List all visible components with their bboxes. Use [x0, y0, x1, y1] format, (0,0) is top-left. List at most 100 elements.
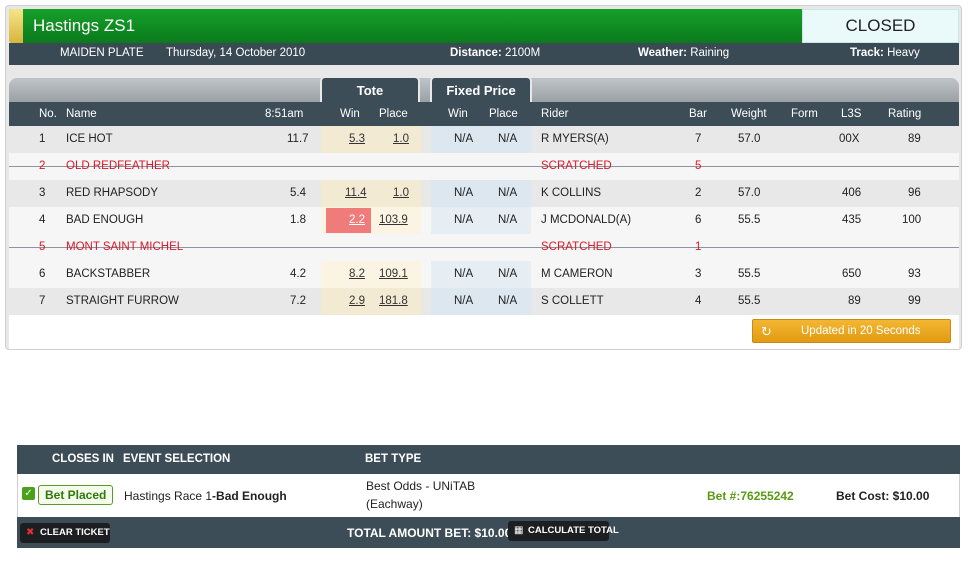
runner-l3s: 650	[842, 268, 862, 280]
col-form: Form	[791, 108, 818, 120]
col-tote-win: Win	[340, 108, 360, 120]
calculate-total-button[interactable]: ▦ CALCULATE TOTAL	[508, 521, 619, 541]
col-name: Name	[66, 108, 97, 120]
runner-no: 5	[39, 241, 46, 253]
runner-name: ICE HOT	[66, 133, 113, 145]
bet-slip-footer: ✖ CLEAR TICKET TOTAL AMOUNT BET: $10.00 …	[17, 517, 960, 548]
fp-place: N/A	[498, 268, 518, 280]
tab-fixed-price[interactable]: Fixed Price	[430, 76, 532, 104]
col-rider: Rider	[541, 108, 569, 120]
fp-win: N/A	[454, 214, 474, 226]
runner-bar: 5	[695, 160, 702, 172]
runner-name: MONT SAINT MICHEL	[66, 241, 184, 253]
tab-tote[interactable]: Tote	[320, 76, 420, 104]
distance-label: Distance:	[450, 47, 502, 59]
col-l3s: L3S	[841, 108, 862, 120]
runner-rating: 89	[908, 133, 921, 145]
runner-l3s: 00X	[839, 133, 860, 145]
runner-bar: 2	[695, 187, 702, 199]
runner-odds: 4.2	[290, 268, 306, 280]
weather-value: Raining	[690, 47, 730, 59]
tote-win-link[interactable]: 2.9	[349, 295, 365, 307]
scratched-label: SCRATCHED	[541, 160, 612, 172]
race-card-panel: Hastings ZS1 CLOSED MAIDEN PLATE Thursda…	[5, 5, 962, 350]
runner-no: 7	[39, 295, 46, 307]
distance-value: 2100M	[504, 47, 541, 59]
bet-placed-badge: Bet Placed	[38, 485, 114, 505]
runner-weight: 55.5	[738, 214, 761, 226]
col-rating: Rating	[888, 108, 922, 120]
runner-table: 1 ICE HOT 11.7 5.3 1.0 N/A N/A R MYERS(A…	[9, 126, 959, 315]
runner-odds: 7.2	[290, 295, 306, 307]
race-info-bar: MAIDEN PLATE Thursday, 14 October 2010 D…	[9, 43, 959, 65]
tote-win-link[interactable]: 2.2	[349, 214, 365, 226]
distance-info: Distance: 2100M	[450, 47, 540, 59]
tote-win-link[interactable]: 11.4	[345, 187, 367, 199]
bet-type-header: BET TYPE	[365, 453, 422, 465]
runner-odds: 5.4	[290, 187, 306, 199]
col-fp-win: Win	[448, 108, 468, 120]
fp-win: N/A	[454, 187, 474, 199]
update-countdown-label: Updated in 20 Seconds	[801, 325, 921, 337]
tote-place-link[interactable]: 1.0	[393, 187, 409, 199]
runner-no: 2	[39, 160, 46, 172]
clear-ticket-button[interactable]: ✖ CLEAR TICKET	[20, 523, 110, 543]
runner-rating: 93	[908, 268, 921, 280]
fp-place: N/A	[498, 214, 518, 226]
update-countdown-button[interactable]: ↻ Updated in 20 Seconds	[752, 319, 951, 343]
tote-place-link[interactable]: 103.9	[379, 214, 408, 226]
bet-number: Bet #:76255242	[707, 489, 794, 503]
race-name: MAIDEN PLATE	[60, 47, 144, 59]
tote-place-link[interactable]: 1.0	[393, 133, 409, 145]
bet-row: ✓ Bet Placed Hastings Race 1-Bad Enough …	[17, 474, 960, 517]
runner-name: BAD ENOUGH	[66, 214, 144, 226]
runner-rating: 96	[908, 187, 921, 199]
scratched-label: SCRATCHED	[541, 241, 612, 253]
event-name: Hastings Race 1	[124, 489, 213, 503]
weather-info: Weather: Raining	[638, 47, 729, 59]
runner-bar: 4	[695, 295, 702, 307]
close-icon: ✖	[26, 527, 35, 538]
runner-l3s: 89	[848, 295, 861, 307]
tote-place-link[interactable]: 109.1	[379, 268, 408, 280]
fp-win: N/A	[454, 295, 474, 307]
runner-name: OLD REDFEATHER	[66, 160, 170, 172]
bet-slip: CLOSES IN EVENT SELECTION BET TYPE ✓ Bet…	[17, 445, 960, 548]
fp-win: N/A	[454, 268, 474, 280]
tote-place-link[interactable]: 181.8	[379, 295, 408, 307]
race-title-bar: Hastings ZS1 CLOSED	[9, 9, 959, 43]
tote-win-link[interactable]: 8.2	[349, 268, 365, 280]
race-status-badge: CLOSED	[802, 9, 959, 43]
weather-label: Weather:	[638, 47, 687, 59]
runner-name: RED RHAPSODY	[66, 187, 159, 199]
title-accent-stripe	[9, 9, 23, 43]
table-row-scratched: 5 MONT SAINT MICHEL SCRATCHED 1	[9, 234, 959, 261]
runner-weight: 57.0	[738, 187, 761, 199]
calculator-icon: ▦	[514, 525, 524, 536]
table-row: 7 STRAIGHT FURROW 7.2 2.9 181.8 N/A N/A …	[9, 288, 959, 315]
col-time: 8:51am	[265, 108, 304, 120]
table-row: 4 BAD ENOUGH 1.8 2.2 103.9 N/A N/A J MCD…	[9, 207, 959, 234]
runner-rating: 100	[902, 214, 922, 226]
tote-win-link[interactable]: 5.3	[349, 133, 365, 145]
runner-no: 6	[39, 268, 46, 280]
col-no: No.	[39, 108, 57, 120]
runner-rider: R MYERS(A)	[541, 133, 609, 145]
closes-in-header: CLOSES IN	[52, 453, 114, 465]
runner-weight: 55.5	[738, 295, 761, 307]
runner-weight: 57.0	[738, 133, 761, 145]
runner-table-header: No. Name 8:51am Win Place Win Place Ride…	[9, 102, 959, 126]
check-icon: ✓	[22, 487, 35, 500]
bet-type-line1: Best Odds - UNiTAB	[366, 479, 476, 493]
track-label: Track:	[850, 47, 884, 59]
table-row-scratched: 2 OLD REDFEATHER SCRATCHED 5	[9, 153, 959, 180]
runner-l3s: 435	[842, 214, 862, 226]
runner-no: 1	[39, 133, 46, 145]
runner-bar: 3	[695, 268, 702, 280]
bet-cost: Bet Cost: $10.00	[836, 489, 930, 503]
clear-ticket-label: CLEAR TICKET	[40, 527, 110, 538]
runner-no: 4	[39, 214, 46, 226]
bet-type-line2: (Eachway)	[366, 497, 423, 511]
runner-rider: K COLLINS	[541, 187, 602, 199]
track-value: Heavy	[887, 47, 920, 59]
